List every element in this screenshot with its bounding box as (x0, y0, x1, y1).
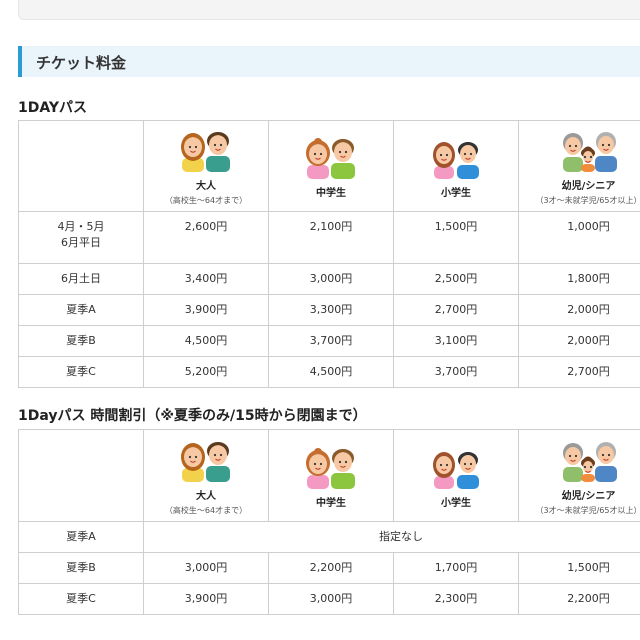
price-cell: 3,700円 (393, 356, 519, 388)
price-cell: 2,200円 (268, 552, 394, 584)
junior-high-couple-icon (306, 138, 355, 179)
category-note: （3才〜未就学児/65才以上） (535, 505, 640, 515)
table-row: 夏季C 5,200円 4,500円 3,700円 2,700円 (18, 356, 640, 388)
row-label: 夏季A (18, 294, 144, 326)
price-cell: 1,700円 (393, 552, 519, 584)
row-label: 夏季C (18, 356, 144, 388)
table-row: 夏季A 指定なし (18, 521, 640, 553)
header-cell-adult: 大人 （高校生〜64才まで） (143, 429, 269, 522)
price-table-1day: 大人 （高校生〜64才まで） 中学生 小学生 幼児/シニア （3才〜未就学児/65才… (18, 120, 640, 388)
price-cell: 2,100円 (268, 211, 394, 264)
category-header: 幼児/シニア （3才〜未就学児/65才以上） (519, 436, 640, 516)
row-label: 夏季B (18, 325, 144, 357)
category-header: 中学生 (269, 133, 393, 199)
category-note: （3才〜未就学児/65才以上） (535, 196, 640, 205)
category-name: 大人 (196, 490, 216, 502)
category-name: 幼児/シニア (561, 490, 616, 502)
category-header: 大人 （高校生〜64才まで） (144, 126, 268, 206)
category-name: 中学生 (316, 188, 346, 199)
infant-senior-icon (562, 132, 617, 172)
header-cell-elementary: 小学生 (393, 120, 519, 212)
price-cell: 3,000円 (268, 263, 394, 295)
price-cell: 3,100円 (393, 325, 519, 357)
category-name: 大人 (196, 181, 216, 192)
table-header-row: 大人 （高校生〜64才まで） 中学生 小学生 幼児/シニア （3才〜未就学児/65才… (18, 429, 640, 522)
price-cell: 4,500円 (143, 325, 269, 357)
category-note: （高校生〜64才まで） (164, 505, 248, 515)
price-cell: 2,500円 (393, 263, 519, 295)
header-cell-adult: 大人 （高校生〜64才まで） (143, 120, 269, 212)
category-header: 小学生 (394, 443, 518, 509)
table-row: 夏季B 4,500円 3,700円 3,100円 2,000円 (18, 325, 640, 357)
header-cell-elementary: 小学生 (393, 429, 519, 522)
price-cell: 3,900円 (143, 583, 269, 615)
section-header: チケット料金 (18, 46, 640, 77)
section-title: チケット料金 (36, 54, 127, 72)
category-name: 中学生 (316, 497, 346, 509)
price-cell: 1,500円 (518, 552, 640, 584)
price-cell: 4,500円 (268, 356, 394, 388)
table2-title: 1Dayパス 時間割引（※夏季のみ/15時から閉園まで） (18, 408, 367, 424)
table-row: 夏季B 3,000円 2,200円 1,700円 1,500円 (18, 552, 640, 584)
price-cell: 1,800円 (518, 263, 640, 295)
category-header: 大人 （高校生〜64才まで） (144, 436, 268, 516)
price-cell: 3,300円 (268, 294, 394, 326)
table-row: 4月・5月 6月平日 2,600円 2,100円 1,500円 1,000円 (18, 211, 640, 264)
price-cell: 2,000円 (518, 325, 640, 357)
row-label: 夏季A (18, 521, 144, 553)
table-row: 夏季C 3,900円 3,000円 2,300円 2,200円 (18, 583, 640, 615)
price-table-time-discount: 大人 （高校生〜64才まで） 中学生 小学生 幼児/シニア （3才〜未就学児/65才… (18, 429, 640, 615)
price-cell: 2,600円 (143, 211, 269, 264)
price-cell: 2,700円 (393, 294, 519, 326)
header-empty-cell (18, 429, 144, 522)
price-cell: 3,400円 (143, 263, 269, 295)
category-header: 中学生 (269, 443, 393, 509)
price-cell: 1,500円 (393, 211, 519, 264)
elementary-couple-icon (433, 451, 479, 489)
price-cell: 2,000円 (518, 294, 640, 326)
table-row: 夏季A 3,900円 3,300円 2,700円 2,000円 (18, 294, 640, 326)
price-cell: 5,200円 (143, 356, 269, 388)
price-cell: 3,900円 (143, 294, 269, 326)
category-name: 幼児/シニア (561, 181, 616, 192)
header-cell-infant-senior: 幼児/シニア （3才〜未就学児/65才以上） (518, 429, 640, 522)
category-name: 小学生 (441, 497, 471, 509)
adult-couple-icon (181, 132, 230, 172)
merged-cell: 指定なし (143, 521, 640, 553)
header-cell-junior-high: 中学生 (268, 429, 394, 522)
header-empty-cell (18, 120, 144, 212)
category-note: （高校生〜64才まで） (164, 196, 248, 205)
table-row: 6月土日 3,400円 3,000円 2,500円 1,800円 (18, 263, 640, 295)
category-name: 小学生 (441, 188, 471, 199)
category-header: 幼児/シニア （3才〜未就学児/65才以上） (519, 126, 640, 206)
price-cell: 1,000円 (518, 211, 640, 264)
price-cell: 3,700円 (268, 325, 394, 357)
price-cell: 3,000円 (268, 583, 394, 615)
row-label: 4月・5月 6月平日 (18, 211, 144, 264)
adult-couple-icon (181, 441, 230, 482)
table-header-row: 大人 （高校生〜64才まで） 中学生 小学生 幼児/シニア （3才〜未就学児/65才… (18, 120, 640, 212)
junior-high-couple-icon (306, 447, 355, 489)
elementary-couple-icon (433, 142, 479, 179)
header-cell-infant-senior: 幼児/シニア （3才〜未就学児/65才以上） (518, 120, 640, 212)
top-panel (18, 0, 640, 20)
row-label: 6月土日 (18, 263, 144, 295)
price-cell: 3,000円 (143, 552, 269, 584)
price-cell: 2,200円 (518, 583, 640, 615)
table1-title: 1DAYパス (18, 100, 87, 116)
header-cell-junior-high: 中学生 (268, 120, 394, 212)
infant-senior-icon (562, 441, 617, 482)
price-cell: 2,300円 (393, 583, 519, 615)
row-label: 夏季C (18, 583, 144, 615)
price-cell: 2,700円 (518, 356, 640, 388)
category-header: 小学生 (394, 133, 518, 199)
row-label: 夏季B (18, 552, 144, 584)
